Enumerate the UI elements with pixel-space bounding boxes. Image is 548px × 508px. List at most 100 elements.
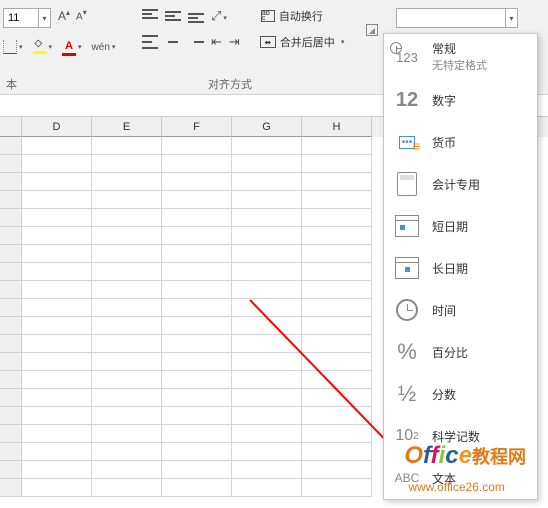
- cell[interactable]: [162, 407, 232, 425]
- cell[interactable]: [302, 191, 372, 209]
- cell[interactable]: [232, 227, 302, 245]
- cell[interactable]: [302, 353, 372, 371]
- cell[interactable]: [162, 461, 232, 479]
- cell[interactable]: [92, 425, 162, 443]
- format-scientific[interactable]: 102 科学记数: [384, 415, 537, 457]
- row-header[interactable]: [0, 461, 22, 479]
- row-header[interactable]: [0, 227, 22, 245]
- cell[interactable]: [22, 227, 92, 245]
- format-percentage[interactable]: % 百分比: [384, 331, 537, 373]
- cell[interactable]: [232, 173, 302, 191]
- cell[interactable]: [22, 209, 92, 227]
- cell[interactable]: [22, 263, 92, 281]
- increase-indent-button[interactable]: ⇥: [229, 34, 240, 50]
- format-number[interactable]: 12 数字: [384, 79, 537, 121]
- cell[interactable]: [22, 137, 92, 155]
- number-format-combo[interactable]: ▾: [396, 8, 518, 28]
- row-header[interactable]: [0, 371, 22, 389]
- cell[interactable]: [232, 299, 302, 317]
- row-header[interactable]: [0, 155, 22, 173]
- cell[interactable]: [22, 479, 92, 497]
- cell[interactable]: [22, 155, 92, 173]
- format-general[interactable]: 123 常规无特定格式: [384, 34, 537, 79]
- align-top-button[interactable]: [142, 9, 158, 23]
- cell[interactable]: [92, 155, 162, 173]
- align-center-button[interactable]: [165, 35, 181, 49]
- cell[interactable]: [302, 137, 372, 155]
- cell[interactable]: [232, 461, 302, 479]
- font-size-dropdown[interactable]: ▾: [39, 8, 51, 28]
- wrap-text-button[interactable]: abc 自动换行: [261, 8, 323, 24]
- font-size-combo[interactable]: ▾: [3, 8, 51, 28]
- cell[interactable]: [92, 335, 162, 353]
- cell[interactable]: [22, 335, 92, 353]
- cell[interactable]: [302, 479, 372, 497]
- cell[interactable]: [302, 299, 372, 317]
- cell[interactable]: [22, 407, 92, 425]
- row-header[interactable]: [0, 191, 22, 209]
- row-header[interactable]: [0, 245, 22, 263]
- cell[interactable]: [162, 479, 232, 497]
- cell[interactable]: [162, 155, 232, 173]
- row-header[interactable]: [0, 317, 22, 335]
- cell[interactable]: [162, 191, 232, 209]
- cell[interactable]: [302, 317, 372, 335]
- row-header[interactable]: [0, 443, 22, 461]
- cell[interactable]: [162, 263, 232, 281]
- cell[interactable]: [302, 425, 372, 443]
- number-format-dropdown[interactable]: ▾: [506, 8, 518, 28]
- select-all-corner[interactable]: [0, 117, 22, 137]
- align-middle-button[interactable]: [165, 9, 181, 23]
- cell[interactable]: [22, 461, 92, 479]
- format-fraction[interactable]: ½ 分数: [384, 373, 537, 415]
- cell[interactable]: [232, 371, 302, 389]
- cell[interactable]: [162, 389, 232, 407]
- grow-font-button[interactable]: A▴: [58, 8, 70, 23]
- row-header[interactable]: [0, 299, 22, 317]
- row-header[interactable]: [0, 353, 22, 371]
- cell[interactable]: [302, 443, 372, 461]
- cell[interactable]: [302, 281, 372, 299]
- cell[interactable]: [232, 209, 302, 227]
- cell[interactable]: [92, 479, 162, 497]
- column-header[interactable]: D: [22, 117, 92, 137]
- row-header[interactable]: [0, 479, 22, 497]
- cell[interactable]: [162, 137, 232, 155]
- merge-center-button[interactable]: ⬌ 合并后居中 ▾: [260, 34, 345, 50]
- cell[interactable]: [162, 209, 232, 227]
- cell[interactable]: [92, 191, 162, 209]
- row-header[interactable]: [0, 209, 22, 227]
- cell[interactable]: [22, 317, 92, 335]
- cell[interactable]: [232, 245, 302, 263]
- cell[interactable]: [162, 281, 232, 299]
- cell[interactable]: [92, 371, 162, 389]
- cell[interactable]: [92, 461, 162, 479]
- alignment-dialog-launcher[interactable]: ◢: [366, 24, 378, 36]
- cell[interactable]: [22, 173, 92, 191]
- fill-color-button[interactable]: ▾: [30, 38, 56, 56]
- font-size-input[interactable]: [3, 8, 39, 28]
- row-header[interactable]: [0, 281, 22, 299]
- cell[interactable]: [302, 263, 372, 281]
- align-left-button[interactable]: [142, 35, 158, 49]
- cell[interactable]: [302, 245, 372, 263]
- cell[interactable]: [22, 299, 92, 317]
- row-header[interactable]: [0, 407, 22, 425]
- row-header[interactable]: [0, 173, 22, 191]
- cell[interactable]: [92, 407, 162, 425]
- cell[interactable]: [162, 299, 232, 317]
- cell[interactable]: [22, 425, 92, 443]
- format-long-date[interactable]: 长日期: [384, 247, 537, 289]
- cell[interactable]: [232, 407, 302, 425]
- cell[interactable]: [22, 191, 92, 209]
- cell[interactable]: [232, 389, 302, 407]
- cell[interactable]: [302, 389, 372, 407]
- font-color-button[interactable]: A▾: [59, 38, 85, 56]
- cell[interactable]: [232, 317, 302, 335]
- cell[interactable]: [302, 371, 372, 389]
- border-button[interactable]: ▾: [0, 38, 26, 56]
- row-header[interactable]: [0, 335, 22, 353]
- cell[interactable]: [92, 245, 162, 263]
- cell[interactable]: [92, 443, 162, 461]
- cell[interactable]: [232, 479, 302, 497]
